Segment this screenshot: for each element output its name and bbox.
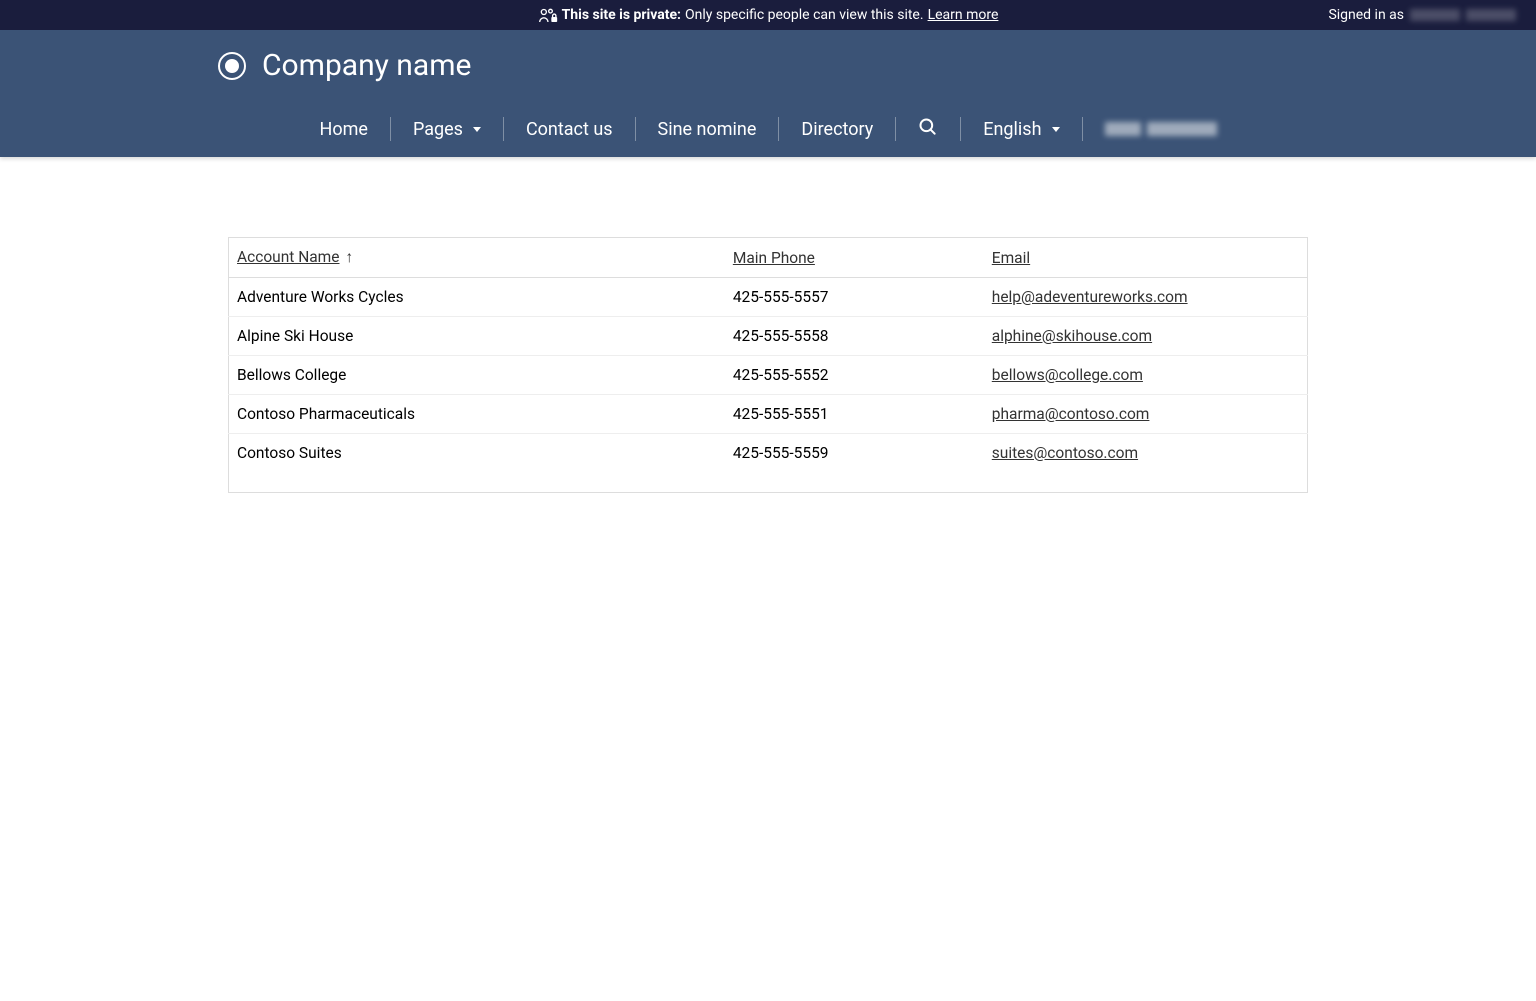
learn-more-link[interactable]: Learn more: [928, 7, 999, 23]
cell-account-name: Bellows College: [229, 356, 725, 395]
chevron-down-icon: [1052, 127, 1060, 132]
email-link[interactable]: alphine@skihouse.com: [992, 327, 1152, 345]
nav-user[interactable]: [1083, 117, 1239, 141]
cell-email: pharma@contoso.com: [984, 395, 1308, 434]
cell-email: help@adeventureworks.com: [984, 278, 1308, 317]
logo-icon: [218, 52, 246, 80]
nav-sine-nomine[interactable]: Sine nomine: [636, 117, 780, 141]
accounts-table: Account Name ↑ Main Phone Email Adventur…: [228, 237, 1308, 493]
nav-language-label: English: [983, 119, 1041, 140]
cell-phone: 425-555-5559: [725, 434, 984, 493]
nav-pages-label: Pages: [413, 119, 463, 140]
chevron-down-icon: [473, 127, 481, 132]
col-header-phone-label: Main Phone: [733, 249, 815, 267]
signed-in-label: Signed in as: [1328, 7, 1404, 23]
primary-nav: Home Pages Contact us Sine nomine Direct…: [198, 101, 1338, 157]
email-link[interactable]: suites@contoso.com: [992, 444, 1138, 462]
table-row: Alpine Ski House425-555-5558 alphine@skih…: [229, 317, 1308, 356]
nav-pages[interactable]: Pages: [391, 117, 504, 141]
site-header: Company name Home Pages Contact us Sine …: [0, 30, 1536, 157]
col-header-account[interactable]: Account Name ↑: [229, 238, 725, 278]
nav-contact[interactable]: Contact us: [504, 117, 636, 141]
col-header-email-label: Email: [992, 249, 1030, 267]
main-content: Account Name ↑ Main Phone Email Adventur…: [178, 237, 1358, 493]
sort-ascending-icon: ↑: [345, 248, 353, 266]
cell-account-name: Alpine Ski House: [229, 317, 725, 356]
nav-language[interactable]: English: [961, 117, 1082, 141]
cell-phone: 425-555-5557: [725, 278, 984, 317]
brand-name: Company name: [262, 48, 471, 83]
table-row: Contoso Suites425-555-5559 suites@contoso…: [229, 434, 1308, 493]
cell-phone: 425-555-5552: [725, 356, 984, 395]
col-header-email[interactable]: Email: [984, 238, 1308, 278]
user-redacted: [1147, 122, 1217, 136]
nav-directory[interactable]: Directory: [779, 117, 896, 141]
cell-account-name: Contoso Suites: [229, 434, 725, 493]
search-icon: [918, 117, 938, 142]
nav-search[interactable]: [896, 117, 961, 141]
nav-home-label: Home: [320, 119, 368, 140]
table-row: Bellows College425-555-5552 bellows@colle…: [229, 356, 1308, 395]
email-link[interactable]: bellows@college.com: [992, 366, 1143, 384]
cell-account-name: Contoso Pharmaceuticals: [229, 395, 725, 434]
email-link[interactable]: help@adeventureworks.com: [992, 288, 1188, 306]
private-message: Only specific people can view this site.: [685, 7, 924, 23]
nav-contact-label: Contact us: [526, 119, 613, 140]
user-name-redacted: [1466, 9, 1516, 21]
nav-home[interactable]: Home: [298, 117, 391, 141]
private-banner: This site is private: Only specific peop…: [0, 0, 1536, 30]
table-row: Adventure Works Cycles425-555-5557 help@a…: [229, 278, 1308, 317]
nav-directory-label: Directory: [801, 119, 873, 140]
cell-phone: 425-555-5551: [725, 395, 984, 434]
email-link[interactable]: pharma@contoso.com: [992, 405, 1150, 423]
table-row: Contoso Pharmaceuticals425-555-5551 pharm…: [229, 395, 1308, 434]
cell-email: alphine@skihouse.com: [984, 317, 1308, 356]
col-header-account-label: Account Name: [237, 248, 340, 266]
cell-email: bellows@college.com: [984, 356, 1308, 395]
col-header-phone[interactable]: Main Phone: [725, 238, 984, 278]
nav-sine-label: Sine nomine: [658, 119, 757, 140]
people-lock-icon: [538, 7, 558, 23]
cell-account-name: Adventure Works Cycles: [229, 278, 725, 317]
cell-phone: 425-555-5558: [725, 317, 984, 356]
cell-email: suites@contoso.com: [984, 434, 1308, 493]
user-name-redacted: [1410, 9, 1460, 21]
private-label: This site is private:: [562, 7, 681, 23]
user-redacted: [1105, 122, 1141, 136]
